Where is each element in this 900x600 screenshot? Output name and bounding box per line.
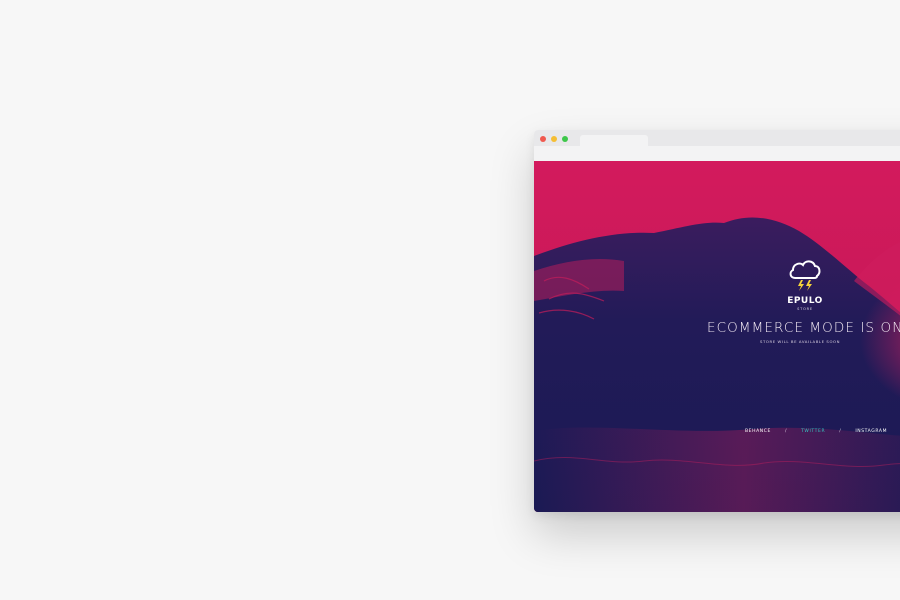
wave-background <box>534 161 900 512</box>
social-separator: / <box>839 429 842 434</box>
browser-chrome <box>534 130 900 161</box>
storm-cloud-icon <box>789 260 821 291</box>
behance-link[interactable]: BEHANCE <box>745 429 771 434</box>
brand-name: EPULO <box>787 296 823 306</box>
site-viewport: EPULO STORE ECOMMERCE MODE IS ON STORE W… <box>534 161 900 512</box>
maximize-window-button[interactable] <box>562 136 568 142</box>
browser-window: EPULO STORE ECOMMERCE MODE IS ON STORE W… <box>534 130 900 512</box>
social-links: BEHANCE / TWITTER / INSTAGRAM <box>745 429 887 434</box>
minimize-window-button[interactable] <box>551 136 557 142</box>
hero-headline: ECOMMERCE MODE IS ON <box>707 320 900 336</box>
page: EPULO STORE ECOMMERCE MODE IS ON STORE W… <box>0 0 900 600</box>
hero-subline: STORE WILL BE AVAILABLE SOON <box>760 339 841 344</box>
address-bar[interactable] <box>534 146 900 161</box>
brand-subtitle: STORE <box>797 307 813 311</box>
twitter-link[interactable]: TWITTER <box>801 429 825 434</box>
close-window-button[interactable] <box>540 136 546 142</box>
social-separator: / <box>784 429 788 434</box>
instagram-link[interactable]: INSTAGRAM <box>855 429 887 434</box>
